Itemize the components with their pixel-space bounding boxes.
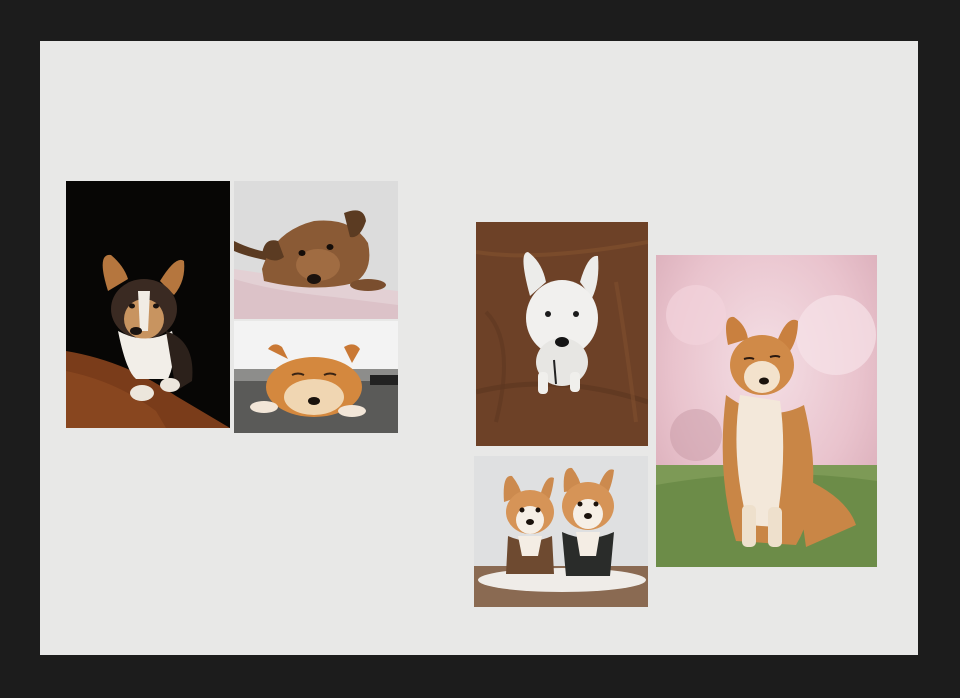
photo-shiba-puppy-sleeping[interactable] [234,321,398,433]
two-corgis-sweaters-icon [474,456,648,607]
brown-puppy-lying-icon [234,181,398,319]
shiba-sitting-cherry-blossom-icon [656,255,877,567]
photo-canvas[interactable] [40,41,918,655]
white-dog-brown-cloth-icon [476,222,648,446]
photo-corgi-puppy-dark[interactable] [66,181,230,428]
photo-two-corgis-sweaters[interactable] [474,456,648,607]
photo-brown-puppy-lying[interactable] [234,181,398,319]
photo-shiba-sitting-cherry-blossom[interactable] [656,255,877,567]
shiba-puppy-sleeping-icon [234,321,398,433]
photo-white-dog-brown-cloth[interactable] [476,222,648,446]
corgi-puppy-dark-icon [66,181,230,428]
